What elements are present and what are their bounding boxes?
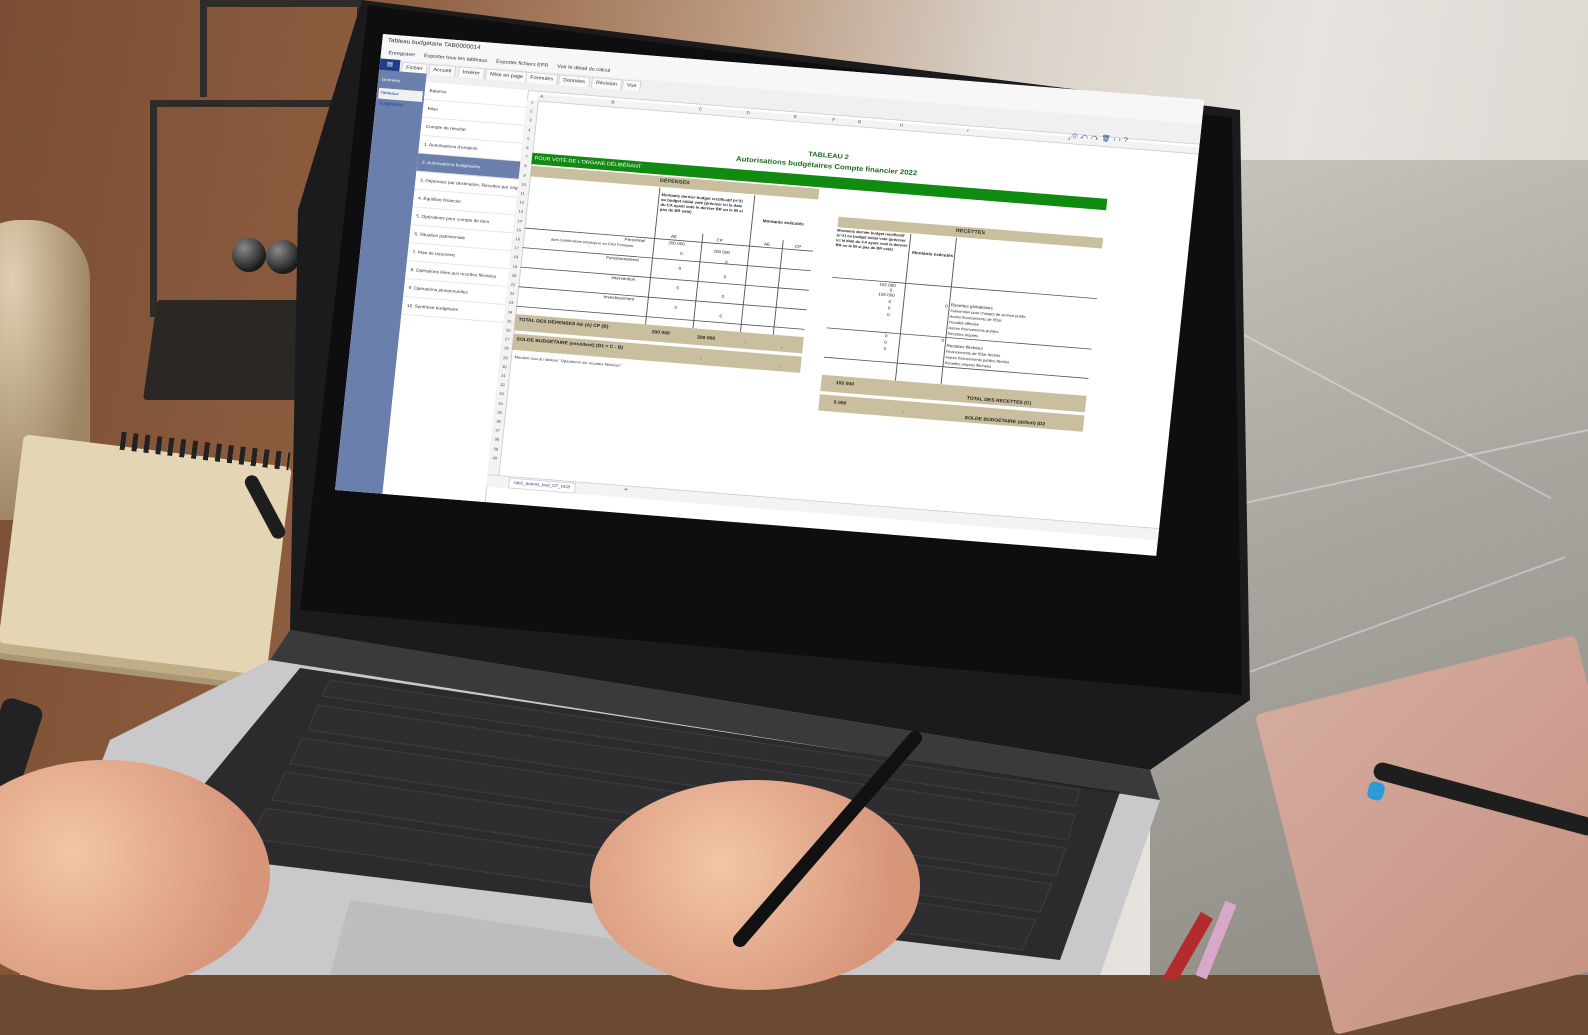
stylus-pen	[733, 731, 922, 947]
